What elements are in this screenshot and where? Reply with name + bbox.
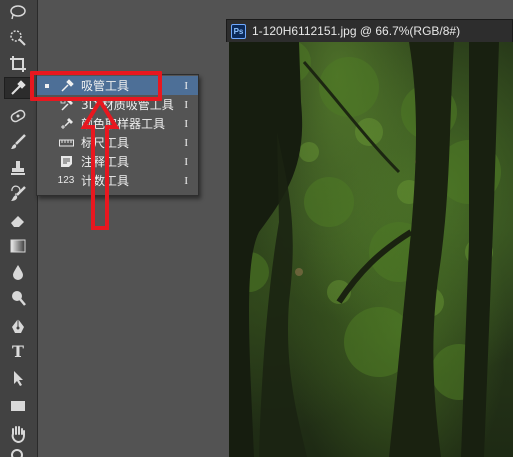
menu-item-shortcut: I xyxy=(184,136,188,149)
document-canvas[interactable] xyxy=(229,42,513,457)
rectangle-tool-icon[interactable] xyxy=(4,395,32,417)
document-tab[interactable]: Ps 1-120H6112151.jpg @ 66.7%(RGB/8#) xyxy=(226,19,513,42)
document-title: 1-120H6112151.jpg @ 66.7%(RGB/8#) xyxy=(252,24,461,38)
annotation-arrow-icon xyxy=(80,97,120,230)
type-tool-icon[interactable]: T xyxy=(4,341,32,363)
dodge-tool-icon[interactable] xyxy=(4,287,32,309)
brush-tool-icon[interactable] xyxy=(4,131,32,153)
count-icon-text: 123 xyxy=(57,175,75,186)
ruler-icon xyxy=(59,135,74,150)
menu-item-shortcut: I xyxy=(184,174,188,187)
ps-badge-text: Ps xyxy=(233,26,244,36)
menu-item-shortcut: I xyxy=(184,79,188,92)
blur-tool-icon[interactable] xyxy=(4,261,32,283)
note-icon xyxy=(59,154,74,169)
path-selection-tool-icon[interactable] xyxy=(4,367,32,389)
hand-tool-icon[interactable] xyxy=(4,423,32,445)
gradient-tool-icon[interactable] xyxy=(4,235,32,257)
color-sampler-icon xyxy=(59,116,74,131)
menu-item-shortcut: I xyxy=(184,98,188,111)
photoshop-document-icon: Ps xyxy=(231,23,246,39)
clone-stamp-tool-icon[interactable] xyxy=(4,157,32,179)
menu-item-shortcut: I xyxy=(184,117,188,130)
forest-photo xyxy=(229,42,501,457)
spot-healing-brush-tool-icon[interactable] xyxy=(4,105,32,127)
count-icon: 123 xyxy=(55,173,77,188)
tools-panel: T xyxy=(0,0,38,457)
pen-tool-icon[interactable] xyxy=(4,315,32,337)
history-brush-tool-icon[interactable] xyxy=(4,183,32,205)
crop-tool-icon[interactable] xyxy=(4,53,32,75)
menu-item-shortcut: I xyxy=(184,155,188,168)
zoom-tool-icon[interactable] xyxy=(4,447,32,457)
eyedropper-tool-icon[interactable] xyxy=(4,77,32,99)
lasso-tool-icon[interactable] xyxy=(4,1,32,23)
quick-selection-tool-icon[interactable] xyxy=(4,27,32,49)
eraser-tool-icon[interactable] xyxy=(4,209,32,231)
type-tool-glyph: T xyxy=(12,342,24,361)
